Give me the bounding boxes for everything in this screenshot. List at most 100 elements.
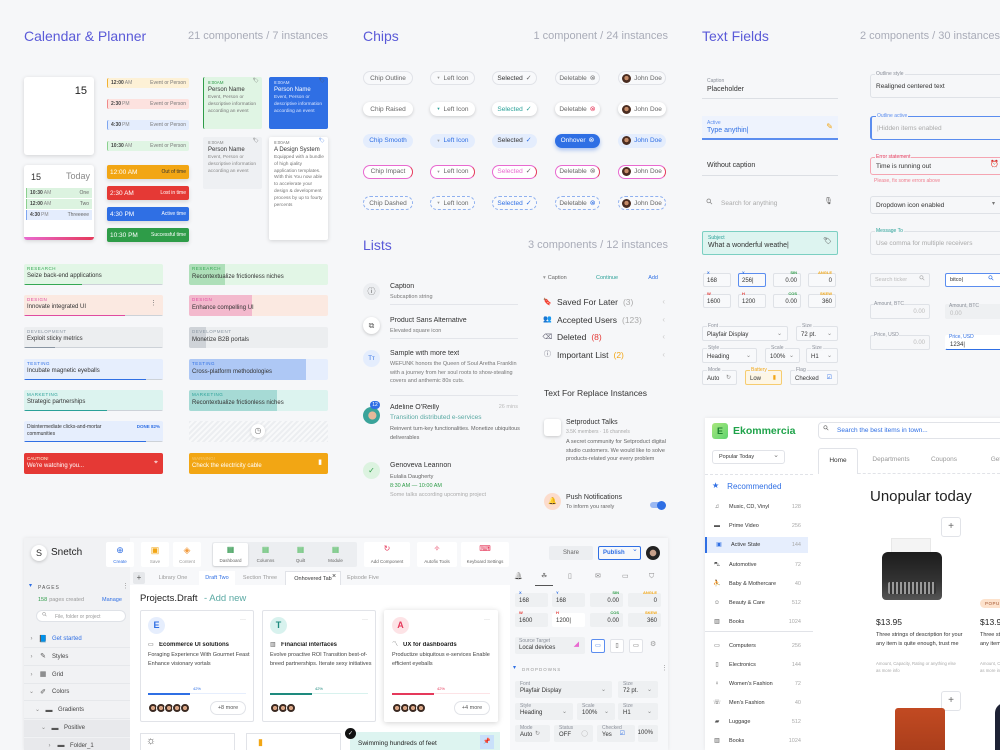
event-card[interactable]: 8:00AM🏷Person NameEvent, Person or descr… [203, 137, 262, 189]
numeric-field[interactable]: SIN0.00 [590, 593, 623, 607]
more-members-button[interactable]: +8 more [210, 701, 246, 715]
dropdown-field[interactable]: ModeAuto↻ [702, 370, 737, 385]
dropdown-field[interactable]: Scale100%⌄ [577, 703, 615, 720]
category-recommended[interactable]: ★Recommended [712, 480, 781, 492]
caption-field[interactable]: CaptionPlaceholder [702, 77, 838, 99]
chip[interactable]: ▼Left Icon [430, 134, 475, 148]
task-card[interactable]: DEVELOPMENTExploit sticky metrics [24, 327, 163, 348]
dropdown-field[interactable]: Size72 pt.⌄ [618, 681, 658, 698]
chip[interactable]: Selected✓ [492, 196, 537, 210]
dropdown-field[interactable]: Size72 pt.⌄ [796, 326, 838, 341]
outline-field[interactable]: Error statementTime is running out⏰ [870, 157, 1000, 175]
outline-field[interactable]: Outline styleRealigned centered text [870, 74, 1000, 98]
today-card[interactable]: 15Today10:30AMOne12:00AMTwo4:30PMThreeee… [24, 165, 94, 240]
chip[interactable]: John Doe [618, 196, 666, 210]
day-card[interactable]: 15 [24, 77, 94, 155]
outline-field[interactable]: Dropdown icon enabled▾ [870, 196, 1000, 214]
task-card[interactable]: RESEARCHSeize back-end applications [24, 264, 163, 285]
share-button[interactable]: Share [549, 546, 593, 560]
layers-icon[interactable]: ☘ [541, 573, 547, 580]
nav-item[interactable]: ⌫Deleted(8)‹ [543, 331, 665, 343]
event-strip[interactable]: 12:00AMEvent or Person [107, 78, 189, 88]
time-block[interactable]: 2:30 AMLost in time [107, 186, 189, 200]
caution-card[interactable]: CAUTION!We're watching you...⌖ [24, 453, 163, 474]
chip[interactable]: Selected✓ [492, 165, 537, 179]
list-item[interactable]: 12Adeline O'Reilly26 minsTransition dist… [363, 404, 518, 456]
numeric-field[interactable]: SKEW360 [628, 613, 661, 627]
chip[interactable]: Deletable⊗ [555, 165, 600, 179]
chip[interactable]: Chip Impact [363, 165, 413, 179]
chip[interactable]: Onhover⊗ [555, 134, 600, 148]
tree-item[interactable]: ⌄✐Colors [24, 684, 130, 701]
time-block[interactable]: 12:00 AMOut of time [107, 165, 189, 179]
user-avatar[interactable] [646, 546, 660, 560]
chip[interactable]: Deletable⊗ [555, 102, 600, 116]
chip[interactable]: ▼Left Icon [430, 165, 475, 179]
ticker-search-active[interactable]: bitco|⚲ [945, 273, 1000, 287]
tree-item[interactable]: ›📘Get started [24, 631, 130, 648]
tree-item[interactable]: ⌄▬Positive [24, 720, 130, 737]
dropdown-field[interactable]: StatusOFF◯ [554, 725, 593, 742]
dropdown-field[interactable]: FontPlayfair Display⌄ [515, 681, 612, 698]
more-icon[interactable]: ⋮ [122, 583, 129, 590]
toolbar-button-save[interactable]: ▣Save [141, 542, 169, 567]
task-card[interactable]: TESTINGIncubate magnetic eyeballs [24, 359, 163, 380]
project-card[interactable]: T···▥Financial interfacesEvolve proactiv… [262, 610, 376, 722]
price-field[interactable]: Price, USD1234| [945, 335, 1000, 350]
numeric-field[interactable]: W1600 [515, 613, 548, 627]
dropdown-field[interactable]: SizeH1⌄ [618, 703, 658, 720]
category-item[interactable]: ▣Active State144 [705, 537, 808, 553]
category-item[interactable]: ▰Luggage512 [705, 714, 808, 730]
category-item[interactable]: ▯Electronics144 [705, 657, 808, 673]
remove-icon[interactable]: ⊗ [590, 200, 596, 207]
numeric-field[interactable]: ANGLE0 [808, 273, 836, 287]
tool-button[interactable]: ↻Add Component [364, 542, 410, 567]
outline-field[interactable]: Outline active|Hidden items enabled [870, 116, 1000, 140]
list-item[interactable]: ✓Genoveva LeannonEulalia Daugherty8:30 A… [363, 462, 518, 502]
chip[interactable]: ▼Left Icon [430, 71, 475, 85]
shop-tab[interactable]: Departments [865, 448, 917, 474]
numeric-field[interactable]: ANGLE0 [628, 593, 661, 607]
numeric-field[interactable]: H1200| [552, 613, 585, 627]
gear-icon[interactable]: ⚙ [650, 641, 656, 648]
warning-card[interactable]: WARNING!Check the electricity cable▮ [189, 453, 328, 474]
chip[interactable]: Deletable⊗ [555, 196, 600, 210]
category-item[interactable]: ⛹Baby & Mothercare40 [705, 576, 808, 592]
dropdown-field[interactable]: BatteryLow▮ [745, 370, 782, 385]
task-card[interactable]: MARKETINGStrategic partnerships [24, 390, 163, 411]
dropdown-field[interactable]: CheckedYes☑ [597, 725, 635, 742]
event-strip[interactable]: 2:30PMEvent or Person [107, 99, 189, 109]
view-module[interactable]: ▦Module [318, 543, 353, 566]
project-card[interactable]: E···▭Ecommerce UI solutionsForaging Expe… [140, 610, 254, 722]
task-card[interactable]: MARKETINGRecontextualize frictionless ni… [189, 390, 328, 411]
bell-icon[interactable]: 🔔 [514, 573, 523, 580]
folder-icon[interactable]: ▭ [622, 573, 629, 580]
amount-field[interactable]: Amount, BTC0.00 [870, 304, 930, 319]
shop-search[interactable]: ⚲Search the best items in town... [818, 422, 1000, 439]
notice-card[interactable]: Swimming hundreds of feet📌 [350, 732, 500, 750]
caption-dropdown[interactable]: ▾Caption [543, 275, 567, 281]
more-icon[interactable]: ⋮ [150, 300, 157, 307]
tree-item[interactable]: ⌄▬Gradients [24, 702, 130, 719]
remove-icon[interactable]: ⊗ [590, 106, 596, 113]
dropdown-field[interactable]: FlagChecked☑ [790, 370, 838, 385]
popular-dropdown[interactable]: Popular Today⌄ [712, 450, 785, 464]
manage-link[interactable]: Manage [102, 597, 122, 603]
remove-icon[interactable]: ⊗ [590, 168, 596, 175]
toolbar-button-create[interactable]: ⊕Create [106, 542, 134, 567]
numeric-field[interactable]: SIN0.00 [773, 273, 801, 287]
close-tab-icon[interactable]: × [332, 573, 336, 580]
continue-button[interactable]: Continue [596, 275, 618, 281]
chip[interactable]: Deletable⊗ [555, 71, 600, 85]
task-card[interactable]: RESEARCHRecontextualize frictionless nic… [189, 264, 328, 285]
device-button[interactable]: ▭ [629, 639, 643, 653]
subject-field[interactable]: SubjectWhat a wonderful weathe|🏷 [702, 231, 838, 255]
numeric-field[interactable]: Y168 [552, 593, 585, 607]
view-quilt[interactable]: ▦Quilt [283, 543, 318, 566]
chip[interactable]: Chip Dashed [363, 196, 413, 210]
task-card[interactable]: DESIGNEnhance compelling UI [189, 295, 328, 316]
shield-icon[interactable]: ⛉ [649, 573, 654, 580]
dropdown-field[interactable]: StyleHeading⌄ [702, 348, 757, 363]
nav-item[interactable]: ⓘImportant List(2)‹ [543, 349, 665, 361]
chip[interactable]: John Doe [618, 102, 666, 116]
